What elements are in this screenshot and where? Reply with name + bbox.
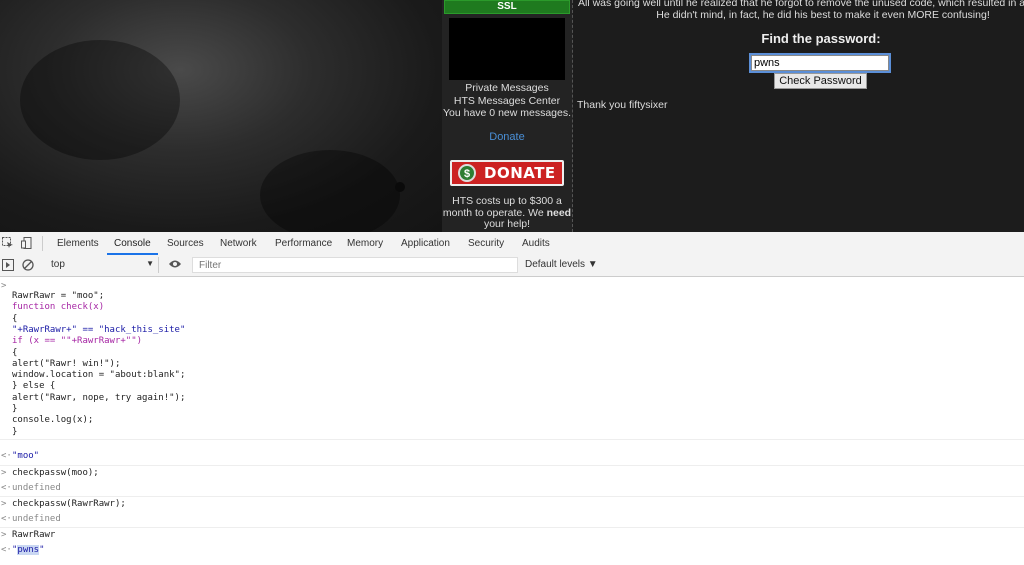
website-viewport: SSL Private Messages HTS Messages Center… [0,0,1024,232]
console-result: <· "pwns" [0,544,1024,559]
find-password-title: Find the password: [761,31,881,46]
code-line: } [12,404,18,414]
output-prompt-icon: <· [1,545,12,555]
code-line: alert("Rawr, nope, try again!"); [12,392,186,403]
console-command: > RawrRawr [0,528,1024,543]
code-line: } else { [12,381,56,392]
new-messages-text: You have 0 new messages. [442,107,572,119]
code-line: alert("Rawr! win!"); [12,358,121,369]
background-stain [20,40,180,160]
result-value: undefined [12,514,61,524]
donate-button-label: DONATE [484,164,556,182]
site-sidebar: SSL Private Messages HTS Messages Center… [442,0,573,232]
tab-separator [42,236,43,251]
private-messages-link[interactable]: Private Messages [442,82,572,95]
result-value: "pwns" [12,545,45,556]
output-prompt-icon: <· [1,514,12,524]
tab-audits[interactable]: Audits [522,232,550,255]
devtools-panel: Elements Console Sources Network Perform… [0,232,1024,565]
command-text: checkpassw(RawrRawr); [12,499,126,509]
ssl-badge[interactable]: SSL [444,0,570,14]
input-prompt-icon: > [1,499,7,509]
device-toolbar-icon[interactable] [21,237,33,249]
code-line: function check(x) [12,302,105,313]
background-texture [0,0,442,232]
result-password-highlight: pwns [17,545,40,555]
challenge-content: All was going well until he realized tha… [573,0,1024,232]
background-dot [395,182,405,192]
code-line: { [12,347,18,358]
console-command: > checkpassw(RawrRawr); [0,497,1024,512]
command-text: checkpassw(moo); [12,468,99,478]
code-line: { [12,313,18,324]
tab-security[interactable]: Security [468,232,504,255]
code-line: window.location = "about:blank"; [12,370,186,381]
result-quote-close: " [39,545,45,555]
cost-text-line3: your help! [483,218,531,230]
tab-memory[interactable]: Memory [347,232,383,255]
dropdown-arrow-icon: ▼ [146,259,154,268]
code-line: console.log(x); [12,415,94,426]
dollar-coin-icon: $ [458,164,476,182]
result-value: undefined [12,483,61,493]
console-output: > RawrRawr = "moo"; function check(x) { … [0,277,1024,565]
console-result: <· undefined [0,482,1024,497]
tab-console[interactable]: Console [107,232,158,255]
console-entry-script: > RawrRawr = "moo"; function check(x) { … [0,277,1024,440]
code-line: "+RawrRawr+" == "hack_this_site" [12,324,186,335]
console-command: > checkpassw(moo); [0,466,1024,481]
devtools-tabbar: Elements Console Sources Network Perform… [0,232,1024,256]
password-input[interactable] [749,53,891,73]
clear-console-icon[interactable] [22,259,34,271]
check-password-button[interactable]: Check Password [774,73,867,89]
console-result: <· undefined [0,513,1024,528]
console-result: <· "moo" [0,449,1024,466]
context-value: top [51,259,65,270]
tab-application[interactable]: Application [401,232,450,255]
output-prompt-icon: <· [1,483,12,493]
background-stain [260,150,400,232]
input-prompt-icon: > [1,530,7,540]
live-expression-eye-icon[interactable] [168,259,182,269]
input-prompt-icon: > [1,468,7,478]
show-sidebar-icon[interactable] [2,259,14,271]
console-filter-input[interactable] [192,257,518,273]
tab-sources[interactable]: Sources [167,232,204,255]
tab-network[interactable]: Network [220,232,257,255]
result-value: "moo" [12,451,40,461]
code-line: if (x == ""+RawrRawr+"") [12,336,143,347]
code-line: RawrRawr = "moo"; [12,291,105,301]
ad-placeholder [449,18,565,80]
tab-performance[interactable]: Performance [275,232,332,255]
challenge-intro-line2: He didn't mind, in fact, he did his best… [656,9,990,21]
thanks-text: Thank you fiftysixer [577,99,668,111]
context-selector[interactable]: top ▼ [44,257,159,273]
log-levels-dropdown[interactable]: Default levels ▼ [525,259,598,270]
input-prompt-icon: > [1,281,7,291]
command-text: RawrRawr [12,530,56,540]
code-line: } [12,426,18,437]
output-prompt-icon: <· [1,451,12,461]
donate-button[interactable]: $ DONATE [450,160,564,186]
tab-elements[interactable]: Elements [57,232,99,255]
donate-link[interactable]: Donate [442,131,572,144]
console-toolbar: top ▼ Default levels ▼ [0,255,1024,277]
inspect-element-icon[interactable] [2,237,14,249]
